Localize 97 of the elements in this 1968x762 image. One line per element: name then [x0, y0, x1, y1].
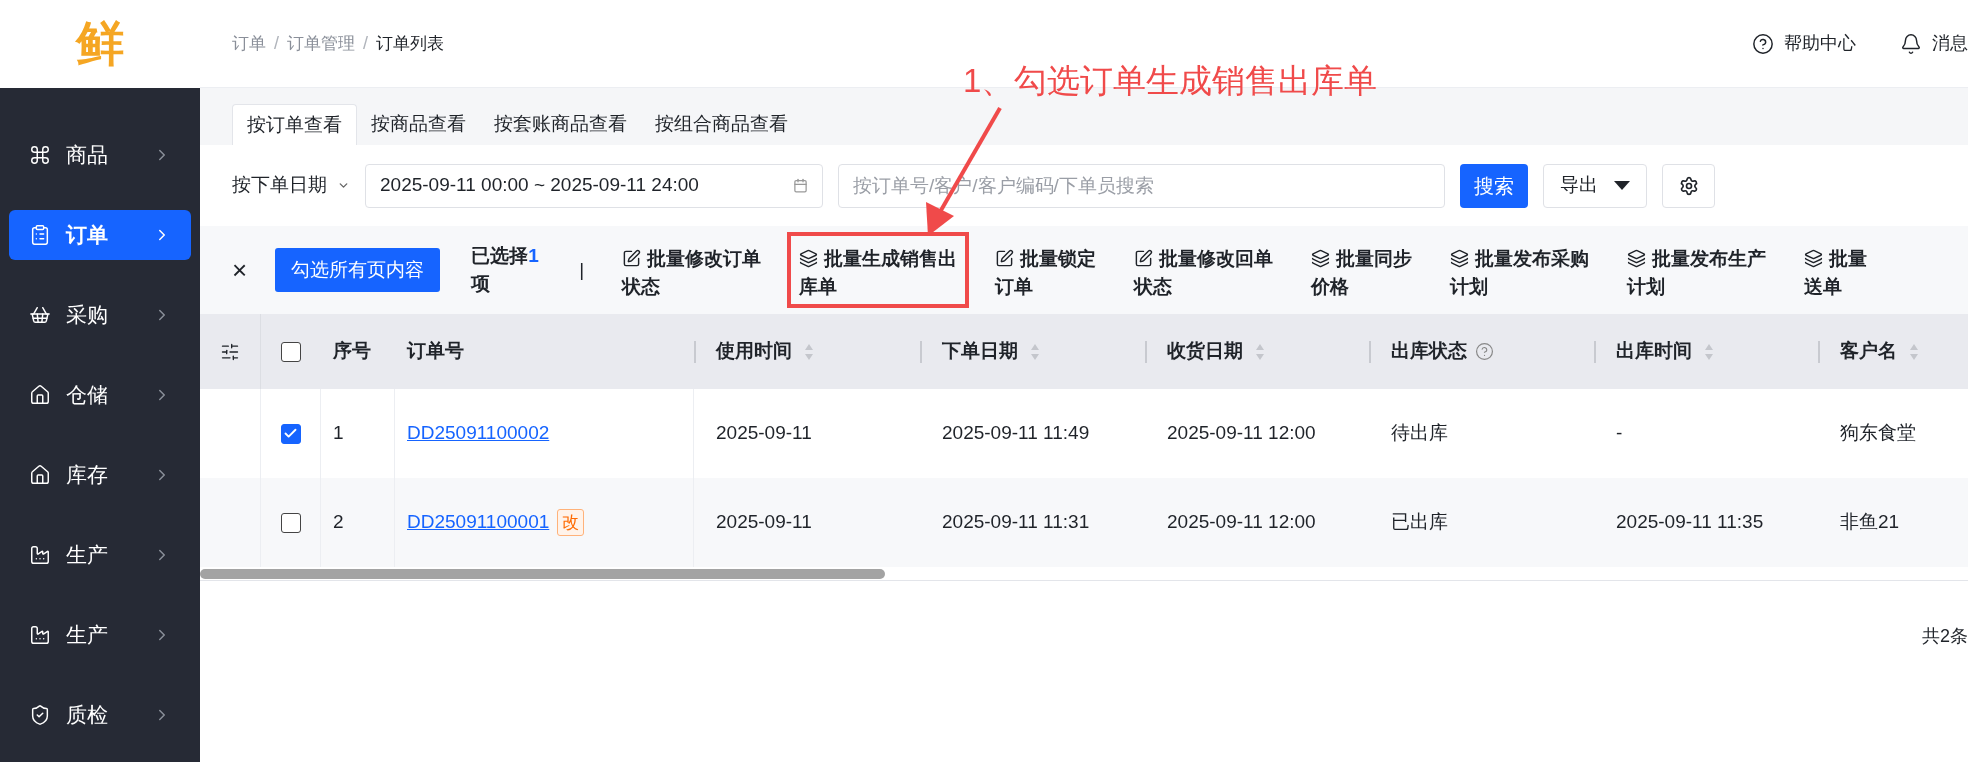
sidebar-label: 订单	[66, 222, 108, 249]
house-icon	[29, 384, 51, 406]
breadcrumb-separator: /	[274, 32, 279, 55]
table-cell-text: 待出库	[1391, 421, 1448, 446]
edit-icon	[1134, 249, 1154, 268]
shield-icon	[29, 704, 51, 726]
search-button[interactable]: 搜索	[1460, 163, 1528, 208]
column-title: 出库时间	[1616, 339, 1692, 364]
table-cell-text: 2025-09-11	[716, 421, 812, 446]
header-link[interactable]: 消息	[1900, 30, 1968, 57]
caret-icon	[1614, 181, 1630, 190]
help-icon	[1752, 32, 1774, 55]
sidebar-label: 生产	[66, 622, 108, 649]
sidebar-item[interactable]: 库存	[9, 450, 191, 500]
settings-icon	[1678, 175, 1699, 196]
annotation-text: 1、勾选订单生成销售出库单	[963, 61, 1378, 101]
sidebar-item[interactable]: 订单	[9, 210, 191, 260]
sidebar-label: 仓储	[66, 382, 108, 409]
bulk-action-button[interactable]: 批量同步 价格	[1299, 232, 1425, 308]
tab[interactable]: 按组合商品查看	[641, 104, 802, 145]
table-cell-text: 已出库	[1391, 510, 1448, 535]
sidebar-item[interactable]: 生产	[9, 610, 191, 660]
layers-icon	[1627, 249, 1647, 268]
export-button[interactable]: 导出	[1543, 163, 1647, 208]
column-title: 客户名	[1840, 339, 1897, 364]
sidebar-item[interactable]: 生产	[9, 530, 191, 580]
tab[interactable]: 按商品查看	[357, 104, 480, 145]
bulk-action-button[interactable]: 批量生成销售出 库单	[787, 232, 970, 308]
bulk-action-button[interactable]: 批量 送单	[1792, 232, 1880, 308]
settings-button[interactable]	[1662, 163, 1715, 208]
scrollbar[interactable]	[200, 568, 885, 579]
column-title: 使用时间	[716, 339, 792, 364]
table-cell-text: -	[1616, 421, 1623, 446]
modified-tag: 改	[557, 508, 585, 537]
column-title: 订单号	[407, 339, 464, 364]
bulk-action-button[interactable]: 批量锁定 订单	[983, 232, 1109, 308]
total-count: 共2条	[1922, 625, 1968, 648]
bulk-action-button[interactable]: 批量发布生产 计划	[1615, 232, 1779, 308]
table-cell-text: 2025-09-11 11:31	[942, 510, 1090, 535]
tab[interactable]: 按订单查看	[232, 104, 357, 145]
separator: |	[579, 257, 585, 282]
check-icon	[283, 426, 298, 441]
sidebar-label: 库存	[66, 462, 108, 489]
layers-icon	[1311, 249, 1331, 268]
house-icon	[29, 464, 51, 486]
table-cell-text: 2025-09-11 11:35	[1616, 510, 1764, 535]
layers-icon	[1450, 249, 1470, 268]
layers-icon	[1804, 249, 1824, 268]
sidebar-item[interactable]: 采购	[9, 290, 191, 340]
command-icon	[29, 144, 51, 166]
header-link[interactable]: 帮助中心	[1752, 30, 1856, 57]
table-cell-text: 2025-09-11 11:49	[942, 421, 1090, 446]
table-cell-text: 2025-09-11 12:00	[1167, 510, 1316, 535]
bell-icon	[1900, 32, 1922, 55]
select-all-button[interactable]: 勾选所有页内容	[275, 248, 441, 292]
breadcrumb-separator: /	[363, 32, 369, 55]
sidebar-item[interactable]: 质检	[9, 690, 191, 740]
order-link[interactable]: DD25091100001	[407, 508, 550, 537]
table-cell-text: 非鱼21	[1840, 510, 1900, 535]
sidebar-label: 商品	[66, 142, 108, 169]
factory-icon	[29, 544, 51, 566]
basket-icon	[29, 304, 51, 326]
sidebar-item[interactable]: 商品	[9, 130, 191, 180]
sidebar-item[interactable]: 仓储	[9, 370, 191, 420]
sidebar-label: 采购	[66, 302, 108, 329]
close-button[interactable]: ×	[232, 257, 248, 283]
selection-count: 已选择1 项	[471, 244, 540, 296]
column-title: 序号	[333, 339, 371, 364]
table-cell-text: 2025-09-11 12:00	[1167, 421, 1316, 446]
bulk-action-button[interactable]: 批量发布采购 计划	[1438, 232, 1602, 308]
breadcrumb-item: 订单列表	[376, 32, 445, 55]
column-settings-icon[interactable]	[220, 341, 240, 362]
bulk-action-button[interactable]: 批量修改订单 状态	[610, 232, 774, 308]
table-cell-text: 1	[333, 421, 344, 446]
edit-icon	[995, 249, 1015, 268]
date-range-field[interactable]: 2025-09-11 00:00 ~ 2025-09-11 24:00	[365, 163, 823, 208]
date-type-dropdown[interactable]: 按下单日期	[232, 171, 350, 200]
table-cell-text: 2	[333, 510, 344, 535]
layers-icon	[799, 249, 819, 268]
factory-icon	[29, 624, 51, 646]
table-cell-text: 狗东食堂	[1840, 421, 1916, 446]
order-link[interactable]: DD25091100002	[407, 419, 550, 448]
checkbox[interactable]	[281, 341, 301, 362]
help-icon[interactable]	[1475, 342, 1494, 361]
clipboard-icon	[29, 224, 51, 246]
sidebar-label: 生产	[66, 542, 108, 569]
column-title: 下单日期	[942, 339, 1018, 364]
edit-icon	[622, 249, 642, 268]
column-title: 出库状态	[1391, 339, 1467, 364]
checkbox[interactable]	[280, 512, 301, 533]
column-title: 收货日期	[1167, 339, 1243, 364]
calendar-icon	[793, 178, 808, 193]
sidebar-label: 质检	[66, 702, 108, 729]
table-cell-text: 2025-09-11	[716, 510, 812, 535]
tab[interactable]: 按套账商品查看	[480, 104, 641, 145]
checkbox[interactable]	[280, 423, 301, 444]
bulk-action-button[interactable]: 批量修改回单 状态	[1122, 232, 1286, 308]
